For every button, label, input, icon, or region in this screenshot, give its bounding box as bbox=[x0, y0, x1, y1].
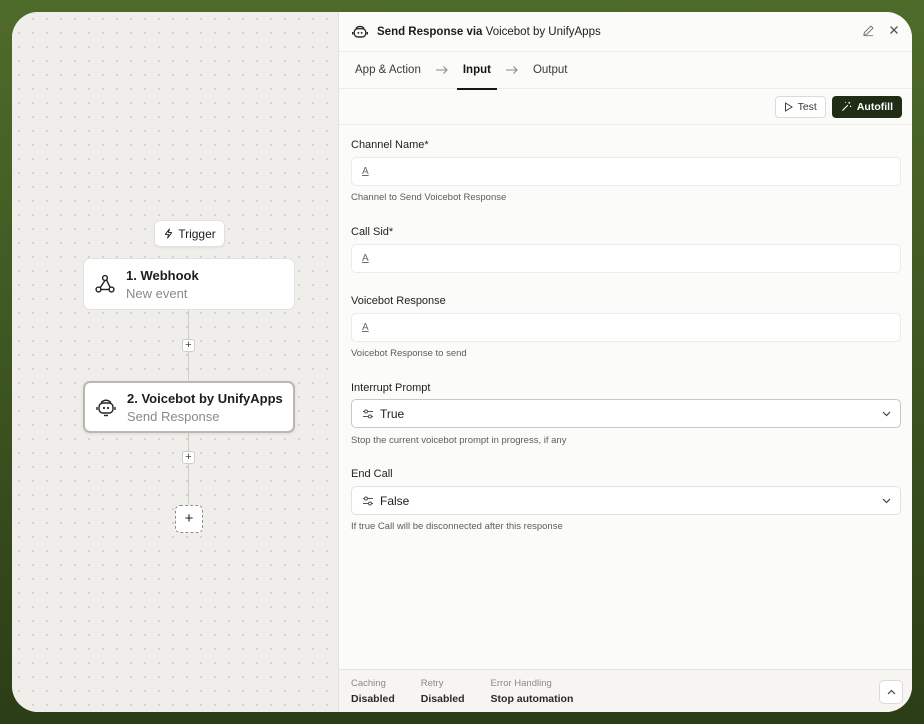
panel-toolbar: Test Autofill bbox=[339, 89, 912, 125]
sliders-icon bbox=[362, 408, 374, 420]
sliders-icon bbox=[362, 495, 374, 507]
end-call-value: False bbox=[380, 493, 410, 508]
text-type-icon: A bbox=[362, 253, 369, 264]
field-label-voicebot-response: Voicebot Response bbox=[351, 295, 446, 307]
node-title: 1. Webhook bbox=[126, 267, 199, 283]
tab-app-action[interactable]: App & Action bbox=[355, 52, 427, 89]
node-voicebot[interactable]: 2. Voicebot by UnifyApps Send Response bbox=[83, 381, 295, 433]
error-handling-value: Stop automation bbox=[490, 692, 574, 705]
expand-footer-button[interactable] bbox=[879, 680, 903, 704]
retry-label: Retry bbox=[420, 677, 444, 689]
voicebot-icon bbox=[351, 23, 369, 41]
tab-input[interactable]: Input bbox=[456, 52, 498, 90]
interrupt-prompt-value: True bbox=[380, 406, 405, 421]
interrupt-prompt-select[interactable]: True bbox=[351, 399, 901, 428]
panel-title: Send Response via Voicebot by UnifyApps bbox=[377, 26, 601, 38]
webhook-icon bbox=[94, 273, 116, 295]
voicebot-response-input[interactable]: A bbox=[351, 313, 901, 342]
add-step-button[interactable]: + bbox=[182, 339, 195, 352]
field-label-end-call: End Call bbox=[351, 468, 393, 480]
node-title: 2. Voicebot by UnifyApps bbox=[127, 390, 283, 406]
arrow-right-icon bbox=[505, 65, 519, 75]
header-actions bbox=[862, 24, 902, 38]
footer-caching[interactable]: Caching Disabled bbox=[351, 678, 395, 705]
channel-name-input[interactable]: A bbox=[351, 157, 901, 186]
connector-line bbox=[188, 433, 189, 505]
node-subtitle: Send Response bbox=[127, 408, 220, 424]
field-label-channel-name: Channel Name* bbox=[351, 139, 429, 151]
field-label-call-sid: Call Sid* bbox=[351, 226, 394, 238]
close-icon[interactable] bbox=[888, 24, 902, 38]
arrow-right-icon bbox=[435, 65, 449, 75]
error-handling-label: Error Handling bbox=[490, 677, 552, 689]
chevron-down-icon bbox=[881, 495, 892, 506]
autofill-label: Autofill bbox=[856, 100, 893, 113]
field-help-channel-name: Channel to Send Voicebot Response bbox=[351, 192, 507, 203]
retry-value: Disabled bbox=[420, 692, 465, 705]
autofill-button[interactable]: Autofill bbox=[831, 95, 902, 118]
edit-icon[interactable] bbox=[862, 24, 876, 38]
node-webhook[interactable]: 1. Webhook New event bbox=[83, 258, 295, 310]
trigger-label: Trigger bbox=[178, 226, 216, 241]
magic-wand-icon bbox=[841, 101, 852, 112]
tab-output[interactable]: Output bbox=[527, 52, 574, 89]
bolt-icon bbox=[165, 228, 173, 239]
footer-error-handling[interactable]: Error Handling Stop automation bbox=[491, 678, 574, 705]
field-help-voicebot-response: Voicebot Response to send bbox=[351, 348, 467, 359]
panel-title-app: Voicebot by UnifyApps bbox=[485, 25, 601, 38]
config-panel: Send Response via Voicebot by UnifyApps … bbox=[338, 12, 912, 712]
test-button[interactable]: Test bbox=[774, 95, 826, 118]
text-type-icon: A bbox=[362, 166, 369, 177]
node-subtitle: New event bbox=[126, 285, 188, 301]
field-label-interrupt-prompt: Interrupt Prompt bbox=[351, 382, 431, 394]
step-tabs: App & Action Input Output bbox=[339, 52, 912, 90]
app-frame: Trigger 1. Webhook New event + 2. Voiceb… bbox=[12, 12, 912, 712]
call-sid-input[interactable]: A bbox=[351, 244, 901, 273]
caching-value: Disabled bbox=[351, 692, 395, 705]
add-step-button[interactable]: + bbox=[182, 451, 195, 464]
chevron-up-icon bbox=[887, 689, 895, 694]
panel-footer: Caching Disabled Retry Disabled Error Ha… bbox=[339, 669, 912, 712]
footer-retry[interactable]: Retry Disabled bbox=[421, 678, 465, 705]
add-final-step-button[interactable]: + bbox=[175, 505, 203, 533]
end-call-select[interactable]: False bbox=[351, 486, 901, 515]
voicebot-icon bbox=[95, 396, 117, 418]
caching-label: Caching bbox=[351, 677, 386, 689]
play-icon bbox=[784, 101, 793, 112]
panel-header: Send Response via Voicebot by UnifyApps bbox=[339, 12, 912, 52]
node-webhook-text: 1. Webhook New event bbox=[126, 268, 199, 301]
field-help-end-call: If true Call will be disconnected after … bbox=[351, 521, 563, 532]
field-help-interrupt-prompt: Stop the current voicebot prompt in prog… bbox=[351, 435, 567, 446]
text-type-icon: A bbox=[362, 322, 369, 333]
chevron-down-icon bbox=[881, 408, 892, 419]
workflow-canvas[interactable]: Trigger 1. Webhook New event + 2. Voiceb… bbox=[12, 12, 338, 712]
node-voicebot-text: 2. Voicebot by UnifyApps Send Response bbox=[127, 391, 283, 424]
trigger-pill[interactable]: Trigger bbox=[154, 220, 225, 247]
test-label: Test bbox=[797, 100, 817, 113]
panel-title-prefix: Send Response via bbox=[377, 25, 486, 38]
